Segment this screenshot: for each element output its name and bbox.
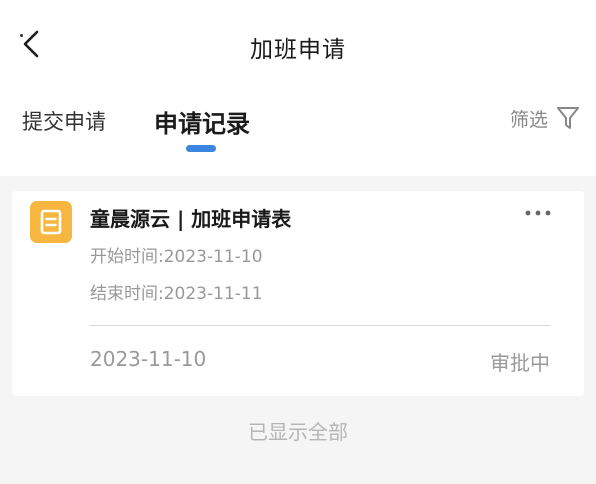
record-end-time: 结束时间:2023-11-11 [90,284,263,304]
app-screen: 加班申请 提交申请 申请记录 筛选 童晨源云 | 加班申请表 开始时间:2023… [0,0,596,484]
filter-label: 筛选 [509,108,548,131]
tab-application-records[interactable]: 申请记录 [154,104,250,139]
filter-button[interactable]: 筛选 [510,104,580,132]
all-shown-note: 已显示全部 [248,420,348,444]
card-divider [90,325,550,326]
record-start-time: 开始时间:2023-11-10 [90,247,263,267]
header: 加班申请 提交申请 申请记录 筛选 [0,0,596,176]
tab-submit-application[interactable]: 提交申请 [22,106,106,136]
record-card[interactable]: 童晨源云 | 加班申请表 开始时间:2023-11-10 结束时间:2023-1… [12,191,584,396]
page-title: 加班申请 [250,37,346,63]
document-icon [30,201,72,243]
record-date: 2023-11-10 [90,347,207,371]
active-tab-indicator [186,145,216,152]
status-badge: 审批中 [490,351,550,375]
record-title: 童晨源云 | 加班申请表 [90,207,292,231]
funnel-icon [557,107,579,129]
more-options-icon[interactable] [524,203,552,223]
